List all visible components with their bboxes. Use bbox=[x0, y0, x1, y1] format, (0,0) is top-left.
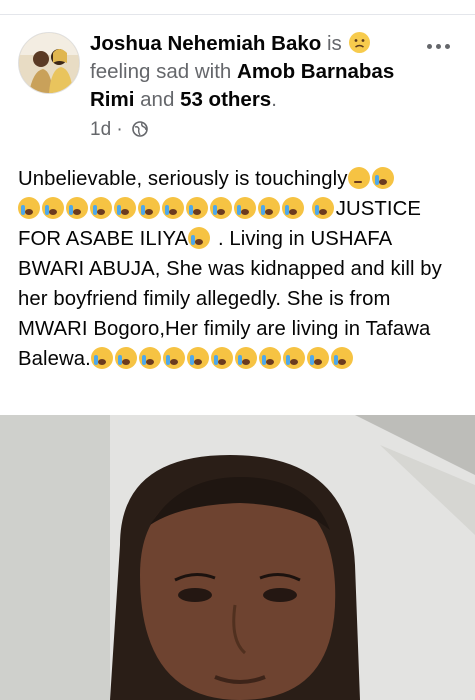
crying-face-icon bbox=[311, 197, 334, 219]
globe-icon bbox=[132, 118, 148, 137]
crying-face-icon bbox=[90, 347, 113, 369]
crying-face-icon bbox=[210, 197, 232, 219]
crying-face-icon bbox=[282, 197, 304, 219]
feeling-text: feeling sad with bbox=[90, 60, 232, 83]
crying-face-icon bbox=[114, 347, 137, 369]
crying-face-icon bbox=[186, 197, 208, 219]
feeling-prefix: is bbox=[326, 32, 342, 55]
crying-face-icon bbox=[90, 197, 112, 219]
crying-face-icon bbox=[330, 347, 353, 369]
crying-face-icon bbox=[186, 347, 209, 369]
crying-face-icon bbox=[42, 197, 64, 219]
crying-face-icon bbox=[162, 197, 184, 219]
and-text: and bbox=[140, 88, 175, 111]
crying-face-icon bbox=[371, 167, 394, 189]
crying-face-icon bbox=[258, 347, 281, 369]
avatar-image bbox=[19, 33, 79, 93]
more-options-button[interactable] bbox=[418, 36, 458, 56]
more-dot-icon bbox=[435, 43, 441, 49]
photo-image bbox=[0, 415, 475, 700]
more-dot-icon bbox=[444, 43, 450, 49]
thinking-face-icon bbox=[347, 167, 370, 189]
crying-face-icon bbox=[162, 347, 185, 369]
more-dot-icon bbox=[426, 43, 432, 49]
crying-face-icon bbox=[258, 197, 280, 219]
meta-separator: · bbox=[116, 119, 123, 140]
crying-face-icon bbox=[188, 227, 211, 249]
author-name[interactable]: Joshua Nehemiah Bako bbox=[90, 32, 321, 55]
crying-face-icon bbox=[138, 197, 160, 219]
top-divider bbox=[0, 14, 475, 15]
crying-face-icon bbox=[138, 347, 161, 369]
post-header-text: Joshua Nehemiah Bako is feeling sad with… bbox=[90, 30, 420, 144]
post-body: Unbelievable, seriously is touchingly JU… bbox=[18, 164, 463, 374]
crying-face-icon bbox=[210, 347, 233, 369]
others-link[interactable]: 53 others bbox=[180, 88, 271, 111]
crying-face-icon bbox=[66, 197, 88, 219]
crying-face-icon bbox=[234, 347, 257, 369]
crying-face-icon bbox=[18, 197, 40, 219]
avatar[interactable] bbox=[18, 32, 80, 94]
post-meta: 1d · bbox=[90, 116, 420, 144]
post-body-line-1: Unbelievable, seriously is touchingly bbox=[18, 168, 348, 190]
crying-face-icon bbox=[114, 197, 136, 219]
post-header: Joshua Nehemiah Bako is feeling sad with… bbox=[18, 30, 458, 150]
crying-face-icon bbox=[282, 347, 305, 369]
sad-face-icon bbox=[349, 32, 371, 53]
crying-face-icon bbox=[234, 197, 256, 219]
post-time[interactable]: 1d bbox=[90, 119, 111, 140]
post-photo[interactable] bbox=[0, 415, 475, 700]
crying-face-icon bbox=[306, 347, 329, 369]
